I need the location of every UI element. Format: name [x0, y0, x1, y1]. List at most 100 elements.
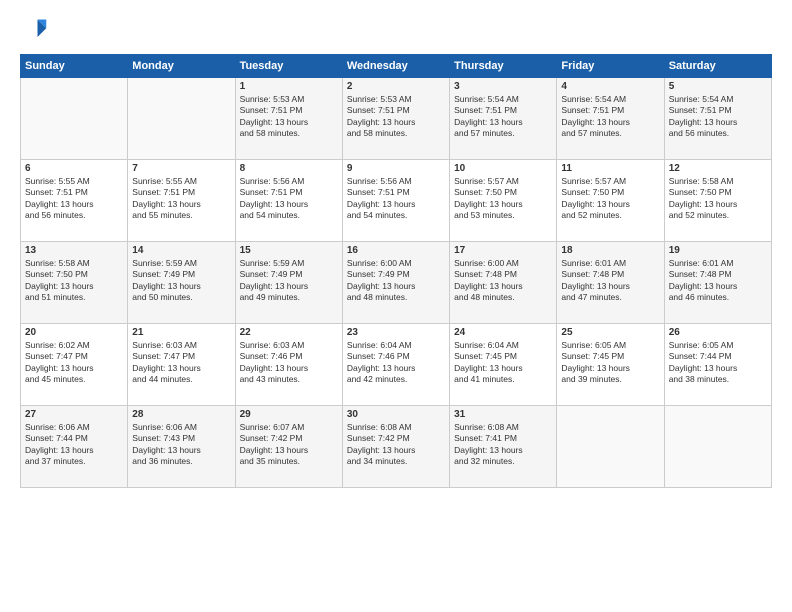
- calendar-cell: [557, 406, 664, 488]
- day-number: 6: [25, 163, 123, 174]
- calendar-cell: [128, 78, 235, 160]
- calendar-cell: 12 Sunrise: 5:58 AM Sunset: 7:50 PM Dayli…: [664, 160, 771, 242]
- day-number: 13: [25, 245, 123, 256]
- calendar-cell: [21, 78, 128, 160]
- day-number: 31: [454, 409, 552, 420]
- day-number: 7: [132, 163, 230, 174]
- day-info: Sunrise: 6:06 AM Sunset: 7:44 PM Dayligh…: [25, 422, 123, 468]
- day-info: Sunrise: 5:55 AM Sunset: 7:51 PM Dayligh…: [25, 176, 123, 222]
- day-number: 22: [240, 327, 338, 338]
- day-info: Sunrise: 6:00 AM Sunset: 7:49 PM Dayligh…: [347, 258, 445, 304]
- day-number: 25: [561, 327, 659, 338]
- day-info: Sunrise: 6:04 AM Sunset: 7:46 PM Dayligh…: [347, 340, 445, 386]
- calendar-cell: 4Sunrise: 5:54 AM Sunset: 7:51 PM Daylig…: [557, 78, 664, 160]
- calendar-cell: 5Sunrise: 5:54 AM Sunset: 7:51 PM Daylig…: [664, 78, 771, 160]
- calendar-cell: 6 Sunrise: 5:55 AM Sunset: 7:51 PM Daylig…: [21, 160, 128, 242]
- calendar-cell: 7 Sunrise: 5:55 AM Sunset: 7:51 PM Daylig…: [128, 160, 235, 242]
- header-cell-saturday: Saturday: [664, 55, 771, 78]
- logo-icon: [20, 16, 48, 44]
- calendar-cell: 16 Sunrise: 6:00 AM Sunset: 7:49 PM Dayli…: [342, 242, 449, 324]
- page-header: [20, 16, 772, 44]
- calendar-cell: 11 Sunrise: 5:57 AM Sunset: 7:50 PM Dayli…: [557, 160, 664, 242]
- day-number: 21: [132, 327, 230, 338]
- calendar-header: SundayMondayTuesdayWednesdayThursdayFrid…: [21, 55, 772, 78]
- day-info: Sunrise: 6:05 AM Sunset: 7:44 PM Dayligh…: [669, 340, 767, 386]
- header-cell-monday: Monday: [128, 55, 235, 78]
- day-info: Sunrise: 6:04 AM Sunset: 7:45 PM Dayligh…: [454, 340, 552, 386]
- week-row-5: 27Sunrise: 6:06 AM Sunset: 7:44 PM Dayli…: [21, 406, 772, 488]
- day-number: 12: [669, 163, 767, 174]
- calendar-cell: 21 Sunrise: 6:03 AM Sunset: 7:47 PM Dayli…: [128, 324, 235, 406]
- calendar-cell: 1Sunrise: 5:53 AM Sunset: 7:51 PM Daylig…: [235, 78, 342, 160]
- week-row-4: 20 Sunrise: 6:02 AM Sunset: 7:47 PM Dayli…: [21, 324, 772, 406]
- day-info: Sunrise: 5:59 AM Sunset: 7:49 PM Dayligh…: [132, 258, 230, 304]
- day-info: Sunrise: 5:57 AM Sunset: 7:50 PM Dayligh…: [561, 176, 659, 222]
- day-info: Sunrise: 5:54 AM Sunset: 7:51 PM Dayligh…: [454, 94, 552, 140]
- day-info: Sunrise: 5:53 AM Sunset: 7:51 PM Dayligh…: [347, 94, 445, 140]
- day-number: 17: [454, 245, 552, 256]
- calendar-cell: 15 Sunrise: 5:59 AM Sunset: 7:49 PM Dayli…: [235, 242, 342, 324]
- day-info: Sunrise: 5:56 AM Sunset: 7:51 PM Dayligh…: [347, 176, 445, 222]
- day-info: Sunrise: 5:57 AM Sunset: 7:50 PM Dayligh…: [454, 176, 552, 222]
- day-number: 16: [347, 245, 445, 256]
- calendar-cell: 8Sunrise: 5:56 AM Sunset: 7:51 PM Daylig…: [235, 160, 342, 242]
- week-row-1: 1 Sunrise: 5:53 AM Sunset: 7:51 PM Daylig…: [21, 78, 772, 160]
- calendar-page: SundayMondayTuesdayWednesdayThursdayFrid…: [0, 0, 792, 612]
- day-number: 1: [240, 81, 338, 92]
- day-info: Sunrise: 6:08 AM Sunset: 7:42 PM Dayligh…: [347, 422, 445, 468]
- day-number: 28: [132, 409, 230, 420]
- calendar-cell: 10Sunrise: 5:57 AM Sunset: 7:50 PM Dayli…: [450, 160, 557, 242]
- calendar-cell: 29 Sunrise: 6:07 AM Sunset: 7:42 PM Dayli…: [235, 406, 342, 488]
- calendar-body: 1 Sunrise: 5:53 AM Sunset: 7:51 PM Daylig…: [21, 78, 772, 488]
- day-number: 30: [347, 409, 445, 420]
- calendar-cell: 19 Sunrise: 6:01 AM Sunset: 7:48 PM Dayli…: [664, 242, 771, 324]
- day-info: Sunrise: 6:05 AM Sunset: 7:45 PM Dayligh…: [561, 340, 659, 386]
- day-info: Sunrise: 6:06 AM Sunset: 7:43 PM Dayligh…: [132, 422, 230, 468]
- day-number: 23: [347, 327, 445, 338]
- header-cell-wednesday: Wednesday: [342, 55, 449, 78]
- day-info: Sunrise: 6:03 AM Sunset: 7:47 PM Dayligh…: [132, 340, 230, 386]
- header-cell-sunday: Sunday: [21, 55, 128, 78]
- calendar-cell: 13Sunrise: 5:58 AM Sunset: 7:50 PM Dayli…: [21, 242, 128, 324]
- day-info: Sunrise: 6:01 AM Sunset: 7:48 PM Dayligh…: [561, 258, 659, 304]
- day-info: Sunrise: 6:00 AM Sunset: 7:48 PM Dayligh…: [454, 258, 552, 304]
- week-row-2: 6 Sunrise: 5:55 AM Sunset: 7:51 PM Daylig…: [21, 160, 772, 242]
- calendar-cell: 25 Sunrise: 6:05 AM Sunset: 7:45 PM Dayli…: [557, 324, 664, 406]
- day-info: Sunrise: 6:07 AM Sunset: 7:42 PM Dayligh…: [240, 422, 338, 468]
- calendar-table: SundayMondayTuesdayWednesdayThursdayFrid…: [20, 54, 772, 488]
- day-number: 11: [561, 163, 659, 174]
- day-number: 9: [347, 163, 445, 174]
- day-info: Sunrise: 5:59 AM Sunset: 7:49 PM Dayligh…: [240, 258, 338, 304]
- day-number: 29: [240, 409, 338, 420]
- day-number: 8: [240, 163, 338, 174]
- day-number: 14: [132, 245, 230, 256]
- calendar-cell: 14 Sunrise: 5:59 AM Sunset: 7:49 PM Dayli…: [128, 242, 235, 324]
- calendar-cell: 18 Sunrise: 6:01 AM Sunset: 7:48 PM Dayli…: [557, 242, 664, 324]
- day-info: Sunrise: 6:03 AM Sunset: 7:46 PM Dayligh…: [240, 340, 338, 386]
- day-number: 20: [25, 327, 123, 338]
- day-number: 18: [561, 245, 659, 256]
- day-info: Sunrise: 6:01 AM Sunset: 7:48 PM Dayligh…: [669, 258, 767, 304]
- calendar-cell: 22 Sunrise: 6:03 AM Sunset: 7:46 PM Dayli…: [235, 324, 342, 406]
- calendar-cell: 17 Sunrise: 6:00 AM Sunset: 7:48 PM Dayli…: [450, 242, 557, 324]
- calendar-cell: 27Sunrise: 6:06 AM Sunset: 7:44 PM Dayli…: [21, 406, 128, 488]
- day-number: 4: [561, 81, 659, 92]
- header-cell-friday: Friday: [557, 55, 664, 78]
- day-number: 15: [240, 245, 338, 256]
- calendar-cell: 30 Sunrise: 6:08 AM Sunset: 7:42 PM Dayli…: [342, 406, 449, 488]
- day-info: Sunrise: 5:58 AM Sunset: 7:50 PM Dayligh…: [669, 176, 767, 222]
- day-number: 19: [669, 245, 767, 256]
- calendar-cell: 9 Sunrise: 5:56 AM Sunset: 7:51 PM Daylig…: [342, 160, 449, 242]
- day-number: 2: [347, 81, 445, 92]
- day-info: Sunrise: 5:55 AM Sunset: 7:51 PM Dayligh…: [132, 176, 230, 222]
- header-cell-thursday: Thursday: [450, 55, 557, 78]
- day-info: Sunrise: 6:08 AM Sunset: 7:41 PM Dayligh…: [454, 422, 552, 468]
- calendar-cell: 31 Sunrise: 6:08 AM Sunset: 7:41 PM Dayli…: [450, 406, 557, 488]
- day-number: 3: [454, 81, 552, 92]
- calendar-cell: 3 Sunrise: 5:54 AM Sunset: 7:51 PM Daylig…: [450, 78, 557, 160]
- logo: [20, 16, 52, 44]
- day-info: Sunrise: 6:02 AM Sunset: 7:47 PM Dayligh…: [25, 340, 123, 386]
- calendar-cell: 2 Sunrise: 5:53 AM Sunset: 7:51 PM Daylig…: [342, 78, 449, 160]
- day-number: 26: [669, 327, 767, 338]
- header-row: SundayMondayTuesdayWednesdayThursdayFrid…: [21, 55, 772, 78]
